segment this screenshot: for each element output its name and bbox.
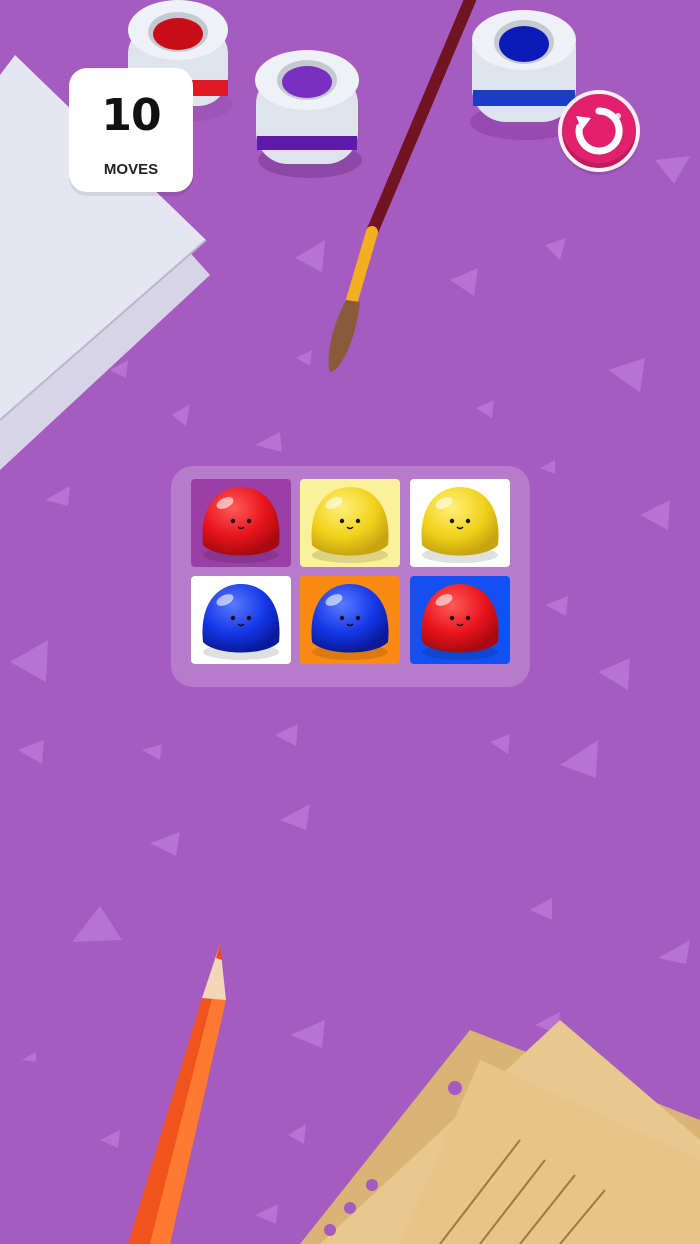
yellow-blob [311, 487, 389, 563]
blue-blob [311, 584, 389, 660]
red-blob [202, 487, 280, 563]
paint-pot-purple [255, 50, 362, 178]
moves-count: 10 [101, 90, 161, 141]
restart-icon [575, 107, 623, 155]
pencil [128, 944, 226, 1244]
board-cell-r2c1[interactable] [191, 576, 291, 664]
blue-blob [202, 584, 280, 660]
paint-brush [328, 0, 476, 372]
board-cell-r1c3[interactable] [410, 479, 510, 567]
red-blob [421, 584, 499, 660]
board-cell-r2c3[interactable] [410, 576, 510, 664]
moves-label: MOVES [103, 161, 159, 178]
restart-button[interactable] [558, 90, 640, 172]
board-cell-r1c1[interactable] [191, 479, 291, 567]
board-cell-r1c2[interactable] [300, 479, 400, 567]
board-cell-r2c2[interactable] [300, 576, 400, 664]
yellow-blob [421, 487, 499, 563]
moves-counter: 10 MOVES [69, 68, 193, 192]
notebook-papers [300, 1020, 700, 1244]
